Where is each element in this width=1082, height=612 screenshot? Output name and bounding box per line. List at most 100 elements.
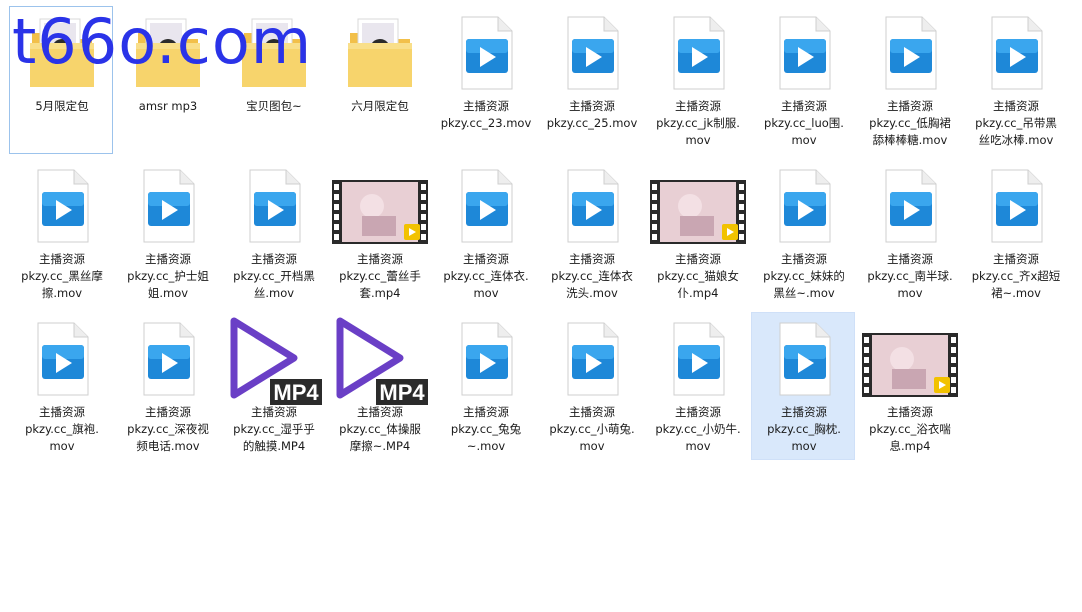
- file-name-line: 擦.mov: [41, 286, 83, 300]
- file-name-line: 主播资源: [145, 252, 191, 266]
- file-name-line: 主播资源: [887, 405, 933, 419]
- video-thumbnail: [862, 333, 958, 397]
- folder-item[interactable]: 宝贝图包~: [221, 6, 325, 154]
- file-name-line: 主播资源: [781, 252, 827, 266]
- file-name-label: 5月限定包: [10, 98, 114, 115]
- file-item[interactable]: 主播资源 pkzy.cc_胸枕. mov: [751, 312, 855, 460]
- file-name-line: 主播资源: [39, 252, 85, 266]
- file-name-line: pkzy.cc_吊带黑: [975, 116, 1057, 130]
- file-name-line: pkzy.cc_jk制服.: [656, 116, 740, 130]
- file-name-label: 主播资源 pkzy.cc_南半球. mov: [858, 251, 962, 302]
- file-name-line: pkzy.cc_连体衣: [551, 269, 633, 283]
- folder-icon: [132, 13, 204, 93]
- file-item[interactable]: 主播资源 pkzy.cc_吊带黑 丝吃冰棒.mov: [963, 6, 1067, 154]
- file-item[interactable]: MP4 主播资源 pkzy.cc_体操服 摩擦~.MP4: [327, 312, 431, 460]
- file-item[interactable]: 主播资源 pkzy.cc_小萌兔. mov: [539, 312, 643, 460]
- video-file-icon: [556, 13, 628, 93]
- file-item[interactable]: 主播资源 pkzy.cc_深夜视 频电话.mov: [115, 312, 219, 460]
- file-item[interactable]: 主播资源 pkzy.cc_齐x超短 裙~.mov: [963, 159, 1067, 307]
- file-name-label: 主播资源 pkzy.cc_旗袍.mov: [10, 404, 114, 455]
- file-name-label: 主播资源 pkzy.cc_深夜视 频电话.mov: [116, 404, 220, 455]
- file-item[interactable]: 主播资源 pkzy.cc_妹妹的 黑丝~.mov: [751, 159, 855, 307]
- video-file-icon: [768, 166, 840, 246]
- file-name-label: 主播资源 pkzy.cc_护士姐 姐.mov: [116, 251, 220, 302]
- video-file-icon: [450, 166, 522, 246]
- file-item[interactable]: 主播资源 pkzy.cc_连体衣 洗头.mov: [539, 159, 643, 307]
- file-item[interactable]: 主播资源 pkzy.cc_小奶牛. mov: [645, 312, 749, 460]
- file-item[interactable]: 主播资源 pkzy.cc_25.mov: [539, 6, 643, 154]
- file-name-line: 主播资源: [463, 405, 509, 419]
- file-item[interactable]: 主播资源 pkzy.cc_luo围. mov: [751, 6, 855, 154]
- file-name-label: 六月限定包: [328, 98, 432, 115]
- file-name-label: 主播资源 pkzy.cc_luo围. mov: [752, 98, 856, 149]
- file-item[interactable]: 主播资源 pkzy.cc_护士姐 姐.mov: [115, 159, 219, 307]
- file-name-line: pkzy.cc_浴衣喘: [869, 422, 951, 436]
- file-name-line: pkzy.cc_深夜视: [127, 422, 209, 436]
- mp4-file-icon: MP4: [222, 313, 326, 409]
- file-name-label: 主播资源 pkzy.cc_低胸裙 舔棒棒糖.mov: [858, 98, 962, 149]
- file-item[interactable]: 主播资源 pkzy.cc_蕾丝手 套.mp4: [327, 159, 431, 307]
- file-item[interactable]: 主播资源 pkzy.cc_猫娘女 仆.mp4: [645, 159, 749, 307]
- file-name-line: pkzy.cc_小奶牛.: [655, 422, 741, 436]
- file-item[interactable]: 主播资源 pkzy.cc_兔兔 ~.mov: [433, 312, 537, 460]
- file-name-label: 主播资源 pkzy.cc_湿乎乎 的触摸.MP4: [222, 404, 326, 455]
- file-name-line: pkzy.cc_黑丝摩: [21, 269, 103, 283]
- video-file-icon: [556, 319, 628, 399]
- file-item[interactable]: 主播资源 pkzy.cc_jk制服. mov: [645, 6, 749, 154]
- file-item[interactable]: MP4 主播资源 pkzy.cc_湿乎乎 的触摸.MP4: [221, 312, 325, 460]
- file-item[interactable]: 主播资源 pkzy.cc_开档黑 丝.mov: [221, 159, 325, 307]
- file-item[interactable]: 主播资源 pkzy.cc_浴衣喘 息.mp4: [857, 312, 961, 460]
- video-file-icon: [26, 166, 98, 246]
- file-name-line: pkzy.cc_蕾丝手: [339, 269, 421, 283]
- file-name-line: 主播资源: [39, 405, 85, 419]
- file-name-label: 主播资源 pkzy.cc_浴衣喘 息.mp4: [858, 404, 962, 455]
- file-item[interactable]: 主播资源 pkzy.cc_连体衣. mov: [433, 159, 537, 307]
- file-name-label: 主播资源 pkzy.cc_开档黑 丝.mov: [222, 251, 326, 302]
- file-name-line: 主播资源: [993, 99, 1039, 113]
- file-name-line: 丝吃冰棒.mov: [978, 133, 1054, 147]
- file-name-line: 息.mp4: [889, 439, 931, 453]
- video-file-icon: [768, 13, 840, 93]
- file-name-line: mov: [579, 439, 605, 453]
- file-name-line: 摩擦~.MP4: [349, 439, 411, 453]
- file-item[interactable]: 主播资源 pkzy.cc_低胸裙 舔棒棒糖.mov: [857, 6, 961, 154]
- file-name-line: pkzy.cc_连体衣.: [443, 269, 529, 283]
- folder-icon: [26, 13, 98, 93]
- video-thumbnail: [332, 180, 428, 244]
- file-item[interactable]: 主播资源 pkzy.cc_旗袍.mov: [9, 312, 113, 460]
- file-name-line: 舔棒棒糖.mov: [872, 133, 948, 147]
- folder-item[interactable]: 5月限定包: [9, 6, 113, 154]
- video-file-icon: [874, 13, 946, 93]
- file-item[interactable]: 主播资源 pkzy.cc_黑丝摩 擦.mov: [9, 159, 113, 307]
- file-name-line: 主播资源: [675, 99, 721, 113]
- file-item[interactable]: 主播资源 pkzy.cc_23.mov: [433, 6, 537, 154]
- file-name-line: 主播资源: [569, 99, 615, 113]
- file-name-line: pkzy.cc_luo围.: [764, 116, 844, 130]
- video-file-icon: [238, 166, 310, 246]
- file-name-label: 主播资源 pkzy.cc_吊带黑 丝吃冰棒.mov: [964, 98, 1068, 149]
- video-file-icon: [450, 319, 522, 399]
- folder-item[interactable]: 六月限定包: [327, 6, 431, 154]
- file-name-line: pkzy.cc_妹妹的: [763, 269, 845, 283]
- file-name-label: 主播资源 pkzy.cc_小奶牛. mov: [646, 404, 750, 455]
- file-name-line: pkzy.cc_旗袍.: [25, 422, 99, 436]
- file-name-line: 主播资源: [357, 252, 403, 266]
- video-file-icon: [980, 13, 1052, 93]
- file-name-label: 主播资源 pkzy.cc_小萌兔. mov: [540, 404, 644, 455]
- file-name-line: 频电话.mov: [136, 439, 200, 453]
- file-name-line: pkzy.cc_南半球.: [867, 269, 953, 283]
- file-name-label: 主播资源 pkzy.cc_jk制服. mov: [646, 98, 750, 149]
- file-name-line: 主播资源: [357, 405, 403, 419]
- file-name-line: ~.mov: [466, 439, 506, 453]
- file-name-label: 主播资源 pkzy.cc_23.mov: [434, 98, 538, 132]
- file-name-line: mov: [49, 439, 75, 453]
- file-item[interactable]: 主播资源 pkzy.cc_南半球. mov: [857, 159, 961, 307]
- file-name-label: 主播资源 pkzy.cc_齐x超短 裙~.mov: [964, 251, 1068, 302]
- file-name-line: 主播资源: [781, 405, 827, 419]
- file-name-line: amsr mp3: [138, 99, 198, 113]
- folder-item[interactable]: amsr mp3: [115, 6, 219, 154]
- video-thumbnail: [650, 180, 746, 244]
- mp4-file-icon: MP4: [328, 313, 432, 409]
- file-name-line: 六月限定包: [351, 99, 409, 113]
- file-name-label: 主播资源 pkzy.cc_黑丝摩 擦.mov: [10, 251, 114, 302]
